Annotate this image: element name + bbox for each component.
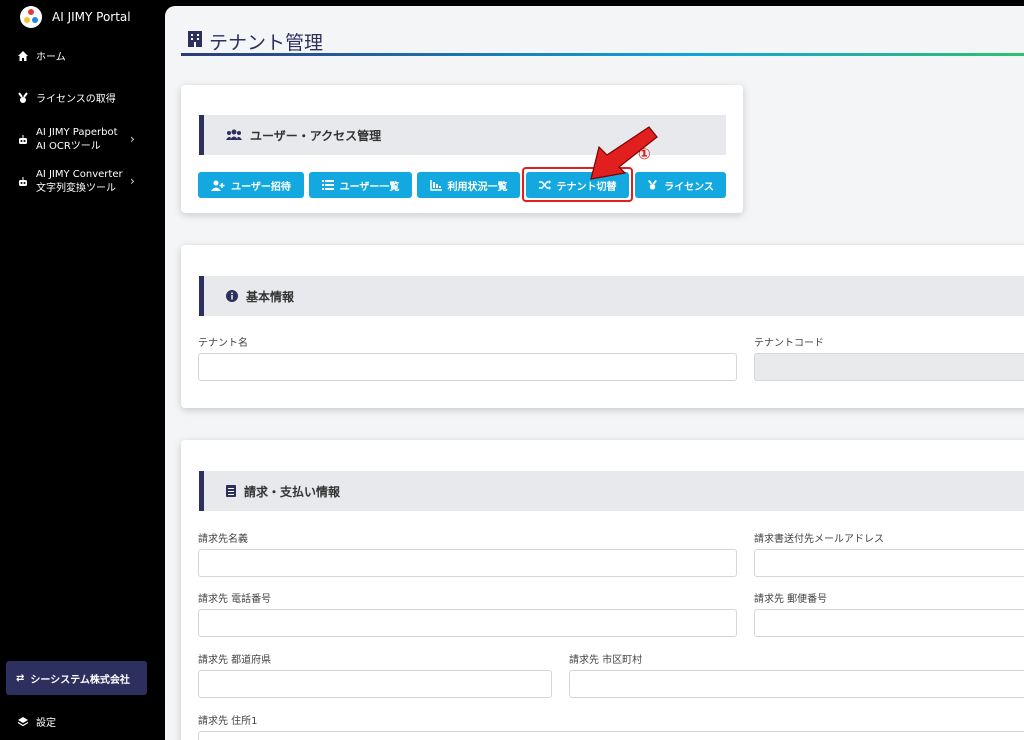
usage-list-button[interactable]: 利用状況一覧 [417,172,520,198]
sidebar-item-label: 設定 [36,718,56,729]
building-icon [187,30,203,53]
sidebar-item-label: AI JIMY Converter 文字列変換ツール [36,168,123,196]
invoice-email-label: 請求書送付先メールアドレス [754,534,884,545]
award-icon [16,91,30,105]
sidebar-item-label: ホーム [36,52,66,63]
address1-input[interactable] [198,731,1024,740]
sidebar-item-paperbot[interactable]: AI JIMY Paperbot AI OCRツール [16,126,118,154]
document-icon [226,485,236,497]
tenant-name-label: テナント名 [198,338,248,349]
sidebar-item-line1: AI JIMY Converter [36,169,123,180]
chevron-right-icon[interactable]: › [130,132,135,146]
section-title: 請求・支払い情報 [244,484,341,499]
sidebar-item-label: ライセンスの取得 [36,94,116,105]
button-label: ライセンス [664,181,714,193]
app-name: AI JIMY Portal [52,10,131,24]
arrow-pointer-icon [590,126,658,180]
phone-input[interactable] [198,609,737,637]
robot-icon [16,175,30,189]
section-header: 基本情報 [199,276,1024,316]
section-header: 請求・支払い情報 [199,471,1024,511]
section-title: ユーザー・アクセス管理 [250,128,382,143]
sidebar-item-license[interactable]: ライセンスの取得 [16,90,116,105]
postal-label: 請求先 郵便番号 [754,594,828,605]
invoice-email-input[interactable] [754,549,1024,577]
page-title-text: テナント管理 [209,32,324,54]
tenant-name-input[interactable] [198,353,737,381]
prefecture-label: 請求先 都道府県 [198,655,272,666]
robot-icon [16,133,30,147]
address1-label: 請求先 住所1 [198,716,258,727]
main-content: テナント管理 ユーザー・アクセス管理 ユーザー招待 ユーザー一覧 利用状況一覧 … [165,6,1024,740]
user-list-button[interactable]: ユーザー一覧 [309,172,412,198]
basic-info-card: 基本情報 テナント名 テナントコード [181,245,1024,408]
tenant-code-label: テナントコード [754,338,824,349]
sidebar-item-line2: AI OCRツール [36,141,101,152]
section-title: 基本情報 [246,289,295,304]
chart-icon [429,179,442,191]
sidebar-item-converter[interactable]: AI JIMY Converter 文字列変換ツール [16,168,123,196]
phone-label: 請求先 電話番号 [198,594,272,605]
prefecture-input[interactable] [198,670,552,698]
list-icon [321,180,334,190]
sidebar-item-settings[interactable]: 設定 [16,714,56,729]
sidebar-item-home[interactable]: ホーム [16,48,66,63]
title-divider [181,53,1024,56]
current-tenant-name: シーシステム株式会社 [30,674,130,686]
tenant-switcher[interactable]: ⇄ シーシステム株式会社 [6,661,147,695]
chevron-right-icon[interactable]: › [130,174,135,188]
button-label: ユーザー招待 [231,181,291,193]
billing-card: 請求・支払い情報 請求先名義 請求書送付先メールアドレス 請求先 電話番号 請求… [181,440,1024,740]
city-input[interactable] [569,670,1024,698]
billing-name-input[interactable] [198,549,737,577]
page-title: テナント管理 [187,28,323,55]
user-plus-icon [211,180,225,191]
sidebar: AI JIMY Portal ホーム ライセンスの取得 AI JIMY Pape… [0,0,163,740]
access-card: ユーザー・アクセス管理 ユーザー招待 ユーザー一覧 利用状況一覧 テナント切替 [181,85,743,213]
home-icon [16,49,30,63]
city-label: 請求先 市区町村 [569,655,643,666]
sidebar-item-line1: AI JIMY Paperbot [36,127,118,138]
info-icon [226,290,238,302]
tenant-code-input [754,353,1024,381]
invite-user-button[interactable]: ユーザー招待 [198,172,304,198]
billing-name-label: 請求先名義 [198,534,248,545]
button-label: ユーザー一覧 [339,181,400,193]
brand[interactable]: AI JIMY Portal [20,5,131,29]
sidebar-item-line2: 文字列変換ツール [36,183,116,194]
app-logo [20,6,42,28]
sidebar-item-label: AI JIMY Paperbot AI OCRツール [36,126,118,154]
postal-input[interactable] [754,609,1024,637]
button-label: 利用状況一覧 [447,181,508,193]
users-icon [226,129,242,141]
swap-icon: ⇄ [16,672,25,684]
layers-icon [16,715,30,729]
